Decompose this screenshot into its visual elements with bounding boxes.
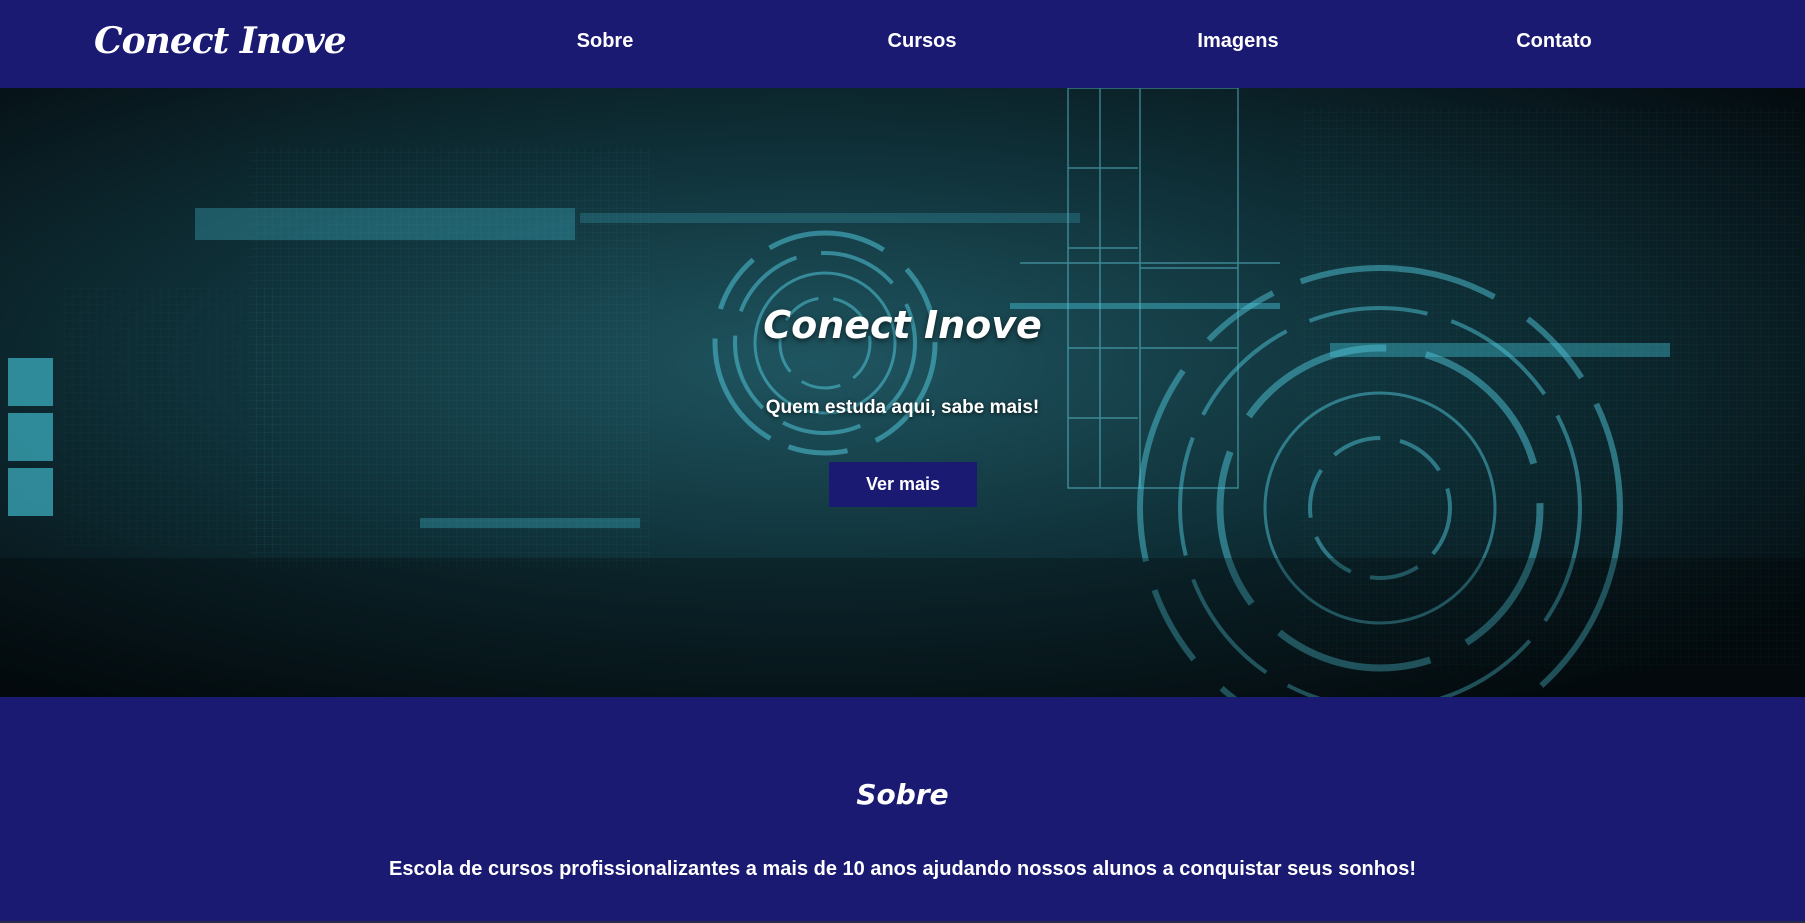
about-description: Escola de cursos profissionalizantes a m… bbox=[389, 858, 1416, 880]
hero-subtitle: Quem estuda aqui, sabe mais! bbox=[765, 397, 1040, 418]
ver-mais-button[interactable]: Ver mais bbox=[829, 462, 977, 507]
nav-link-sobre[interactable]: Sobre bbox=[577, 30, 634, 53]
about-section: Sobre Escola de cursos profissionalizant… bbox=[0, 697, 1805, 923]
about-title: Sobre bbox=[856, 778, 949, 811]
nav-link-cursos[interactable]: Cursos bbox=[888, 30, 957, 53]
nav-link-contato[interactable]: Contato bbox=[1516, 30, 1592, 53]
hero-section: Conect Inove Quem estuda aqui, sabe mais… bbox=[0, 88, 1805, 697]
site-logo[interactable]: Conect Inove bbox=[94, 20, 347, 62]
nav-link-imagens[interactable]: Imagens bbox=[1197, 30, 1278, 53]
hero-title: Conect Inove bbox=[763, 303, 1042, 347]
navbar: Conect Inove Sobre Cursos Imagens Contat… bbox=[0, 0, 1805, 88]
hero-background-image bbox=[0, 88, 1805, 697]
